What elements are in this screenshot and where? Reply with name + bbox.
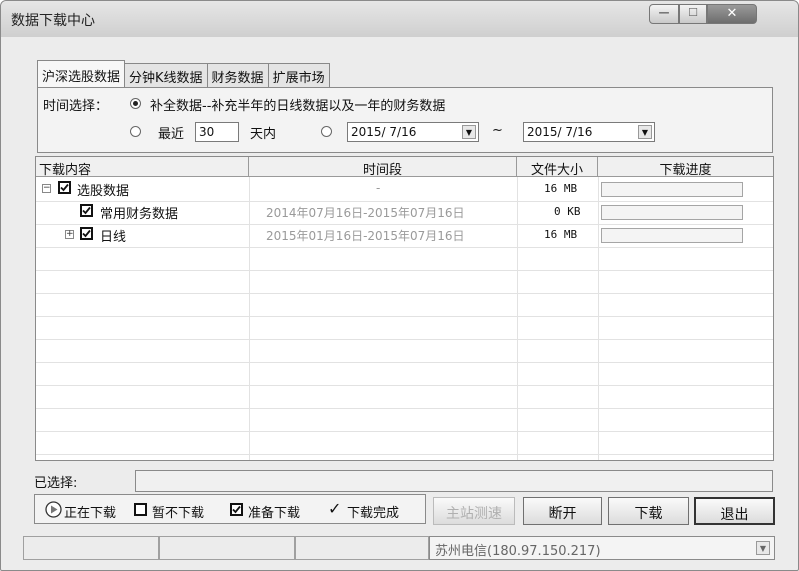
download-progress-bar: [601, 182, 743, 197]
row-divider: [36, 362, 773, 363]
download-button[interactable]: 下载: [608, 497, 689, 525]
tab-financial-data[interactable]: 财务数据: [206, 63, 269, 87]
tab-bar: 沪深选股数据 分钟K线数据 财务数据 扩展市场: [37, 60, 330, 87]
maximize-button[interactable]: ☐: [679, 4, 707, 24]
radio-full-data[interactable]: [130, 98, 141, 109]
row-name: 日线: [100, 230, 127, 245]
paused-icon: [134, 503, 147, 516]
checkbox-checked-icon[interactable]: [80, 204, 93, 217]
col-divider: [249, 177, 250, 460]
header-period[interactable]: 时间段: [249, 157, 517, 178]
col-divider: [517, 177, 518, 460]
download-table: 下载内容 时间段 文件大小 下载进度 − 选股数据 - 16 MB 常用财务数据…: [35, 156, 774, 461]
checkbox-checked-icon[interactable]: [80, 227, 93, 240]
legend-done: 下载完成: [347, 506, 400, 521]
chevron-down-icon[interactable]: ▼: [638, 125, 652, 139]
row-size: 16 MB: [544, 228, 578, 241]
row-period: 2014年07月16日-2015年07月16日: [266, 206, 465, 220]
done-check-icon: ✓: [328, 499, 342, 518]
download-progress-bar: [601, 228, 743, 243]
row-divider: [36, 454, 773, 455]
row-period: -: [376, 181, 381, 195]
time-select-label: 时间选择：: [43, 99, 109, 114]
status-legend: 正在下载 暂不下载 准备下载 ✓ 下载完成: [34, 494, 426, 524]
time-select-panel: 时间选择： 补全数据--补充半年的日线数据以及一年的财务数据 最近 30 天内 …: [37, 87, 773, 153]
close-icon: ✕: [726, 6, 738, 21]
status-segment: [159, 536, 295, 560]
row-divider: [36, 339, 773, 340]
expand-icon[interactable]: +: [65, 230, 74, 239]
chevron-down-icon[interactable]: ▼: [462, 125, 476, 139]
downloading-icon: [45, 501, 62, 518]
recent-days-input[interactable]: 30: [195, 122, 239, 142]
selected-summary-field: [135, 470, 773, 492]
minimize-icon: —: [658, 6, 670, 19]
table-header: 下载内容 时间段 文件大小 下载进度: [36, 157, 773, 178]
tab-extended-market[interactable]: 扩展市场: [267, 63, 330, 87]
download-center-window: 数据下载中心 — ☐ ✕ 沪深选股数据 分钟K线数据 财务数据 扩展市场 时间选…: [0, 0, 799, 571]
row-divider: [36, 431, 773, 432]
tab-minute-kline-data[interactable]: 分钟K线数据: [124, 63, 208, 87]
maximize-icon: ☐: [688, 6, 698, 19]
row-divider: [36, 270, 773, 271]
date-from-value: 2015/ 7/16: [351, 125, 417, 139]
disconnect-button[interactable]: 断开: [523, 497, 602, 525]
date-separator: ~: [492, 123, 503, 138]
row-divider: [36, 316, 773, 317]
row-name: 选股数据: [77, 184, 130, 199]
minimize-button[interactable]: —: [649, 4, 679, 24]
row-period: 2015年01月16日-2015年07月16日: [266, 229, 465, 243]
server-name: 苏州电信(180.97.150.217): [435, 544, 601, 559]
legend-downloading: 正在下载: [64, 506, 117, 521]
ready-icon: [230, 503, 243, 516]
row-divider: [36, 224, 773, 225]
row-divider: [36, 247, 773, 248]
row-size: 0 KB: [554, 205, 581, 218]
date-from-picker[interactable]: 2015/ 7/16 ▼: [347, 122, 479, 142]
title-bar: 数据下载中心 — ☐ ✕: [1, 1, 798, 37]
close-button[interactable]: ✕: [707, 4, 757, 24]
tab-stock-selection-data[interactable]: 沪深选股数据: [37, 60, 126, 87]
speed-test-button[interactable]: 主站测速: [433, 497, 515, 525]
row-name: 常用财务数据: [100, 207, 179, 222]
exit-button[interactable]: 退出: [694, 497, 775, 525]
row-size: 16 MB: [544, 182, 578, 195]
row-divider: [36, 201, 773, 202]
window-title: 数据下载中心: [11, 13, 95, 29]
chevron-down-icon[interactable]: ▼: [756, 541, 770, 555]
radio-recent[interactable]: [130, 126, 141, 137]
legend-paused: 暂不下载: [152, 506, 205, 521]
collapse-icon[interactable]: −: [42, 184, 51, 193]
date-to-picker[interactable]: 2015/ 7/16 ▼: [523, 122, 655, 142]
legend-ready: 准备下载: [248, 506, 301, 521]
option-full-label: 补全数据--补充半年的日线数据以及一年的财务数据: [150, 99, 446, 114]
radio-date-range[interactable]: [321, 126, 332, 137]
header-content[interactable]: 下载内容: [36, 157, 249, 178]
col-divider: [598, 177, 599, 460]
download-progress-bar: [601, 205, 743, 220]
row-divider: [36, 385, 773, 386]
row-divider: [36, 293, 773, 294]
selected-label: 已选择:: [34, 476, 78, 491]
status-segment: [23, 536, 159, 560]
checkbox-checked-icon[interactable]: [58, 181, 71, 194]
row-divider: [36, 408, 773, 409]
header-size[interactable]: 文件大小: [517, 157, 598, 178]
option-recent-label: 最近: [158, 127, 185, 142]
date-to-value: 2015/ 7/16: [527, 125, 593, 139]
status-segment: [295, 536, 429, 560]
header-progress[interactable]: 下载进度: [598, 157, 773, 178]
server-select[interactable]: 苏州电信(180.97.150.217) ▼: [429, 536, 775, 560]
days-unit-label: 天内: [250, 127, 277, 142]
